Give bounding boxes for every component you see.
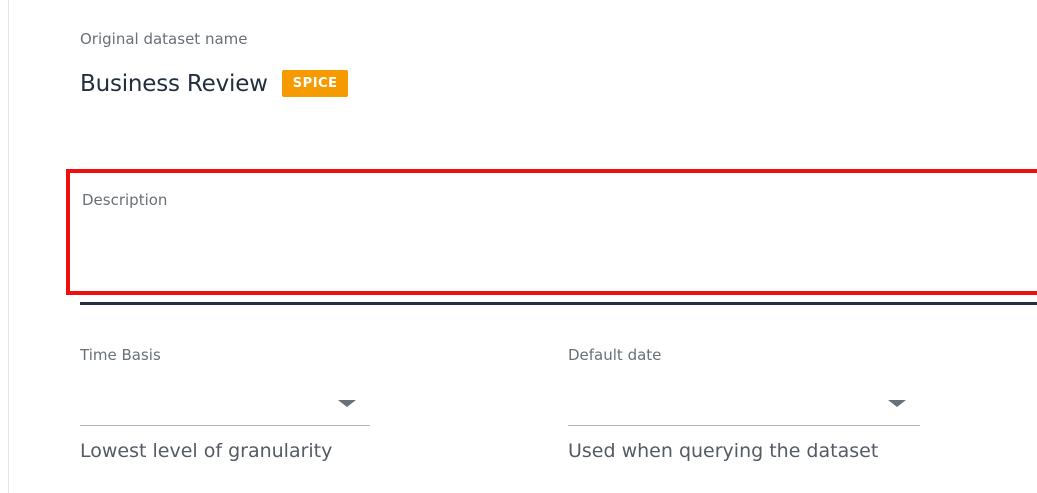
panel-divider bbox=[8, 0, 9, 493]
dataset-name: Business Review bbox=[80, 70, 268, 97]
caret-down-icon[interactable] bbox=[338, 400, 356, 407]
spice-badge: SPICE bbox=[281, 70, 349, 97]
time-basis-field: Time Basis Lowest level of granularity bbox=[80, 346, 370, 462]
default-date-label: Default date bbox=[568, 346, 662, 364]
caret-down-icon[interactable] bbox=[888, 400, 906, 407]
dataset-details-panel: Original dataset name Business Review SP… bbox=[0, 0, 1037, 493]
description-underline bbox=[80, 302, 1037, 305]
time-basis-help: Lowest level of granularity bbox=[80, 440, 333, 462]
time-basis-label: Time Basis bbox=[80, 346, 161, 364]
time-basis-select[interactable] bbox=[80, 386, 370, 426]
dataset-name-row: Business Review SPICE bbox=[80, 70, 349, 97]
description-input[interactable] bbox=[82, 221, 1002, 261]
default-date-help: Used when querying the dataset bbox=[568, 440, 879, 462]
description-label: Description bbox=[82, 191, 168, 209]
original-dataset-name-label: Original dataset name bbox=[80, 30, 248, 48]
description-field[interactable]: Description bbox=[66, 169, 1037, 295]
default-date-field: Default date Used when querying the data… bbox=[568, 346, 920, 462]
default-date-select[interactable] bbox=[568, 386, 920, 426]
